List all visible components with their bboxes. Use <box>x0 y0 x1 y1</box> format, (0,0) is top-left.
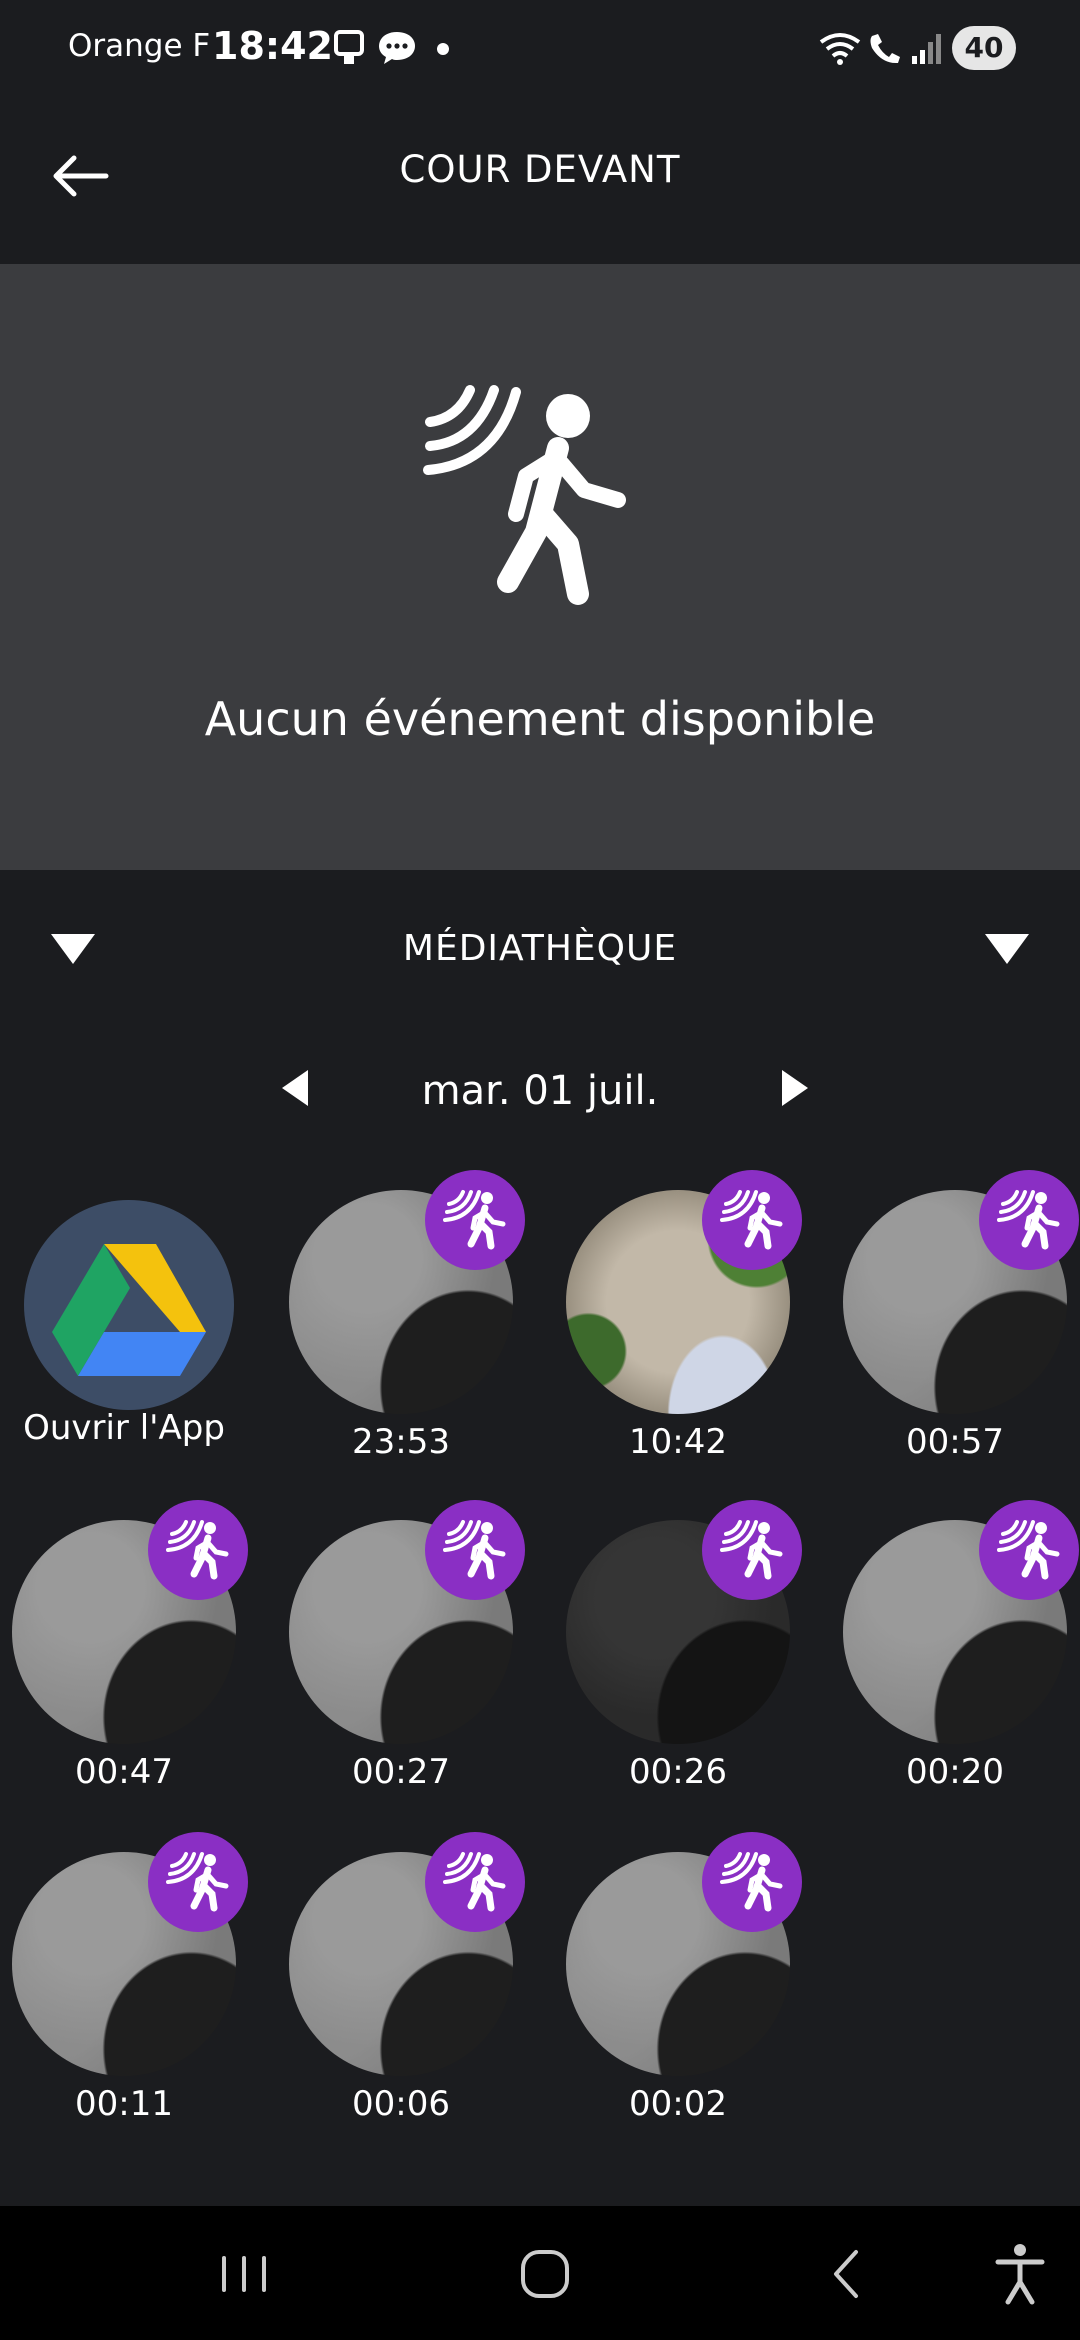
media-clip-tile[interactable]: 00:20 <box>835 1500 1079 1792</box>
system-navigation-bar <box>0 2206 1080 2340</box>
motion-walker-icon <box>423 385 626 605</box>
wifi-call-icon <box>870 34 900 64</box>
media-clip-tile[interactable]: 00:47 <box>4 1500 248 1792</box>
filter-triangle-icon[interactable] <box>982 928 1032 968</box>
motion-badge-icon <box>443 1852 506 1912</box>
message-icon <box>379 32 415 64</box>
motion-badge <box>148 1500 248 1600</box>
motion-badge-icon <box>443 1190 506 1250</box>
motion-badge-icon <box>166 1852 229 1912</box>
clip-time-label: 10:42 <box>629 1422 727 1462</box>
motion-badge <box>702 1500 802 1600</box>
clip-time-label: 00:02 <box>629 2084 727 2124</box>
app-header: COUR DEVANT <box>0 100 1080 264</box>
current-date: mar. 01 juil. <box>421 1068 659 1114</box>
clip-time-label: 00:06 <box>352 2084 450 2124</box>
motion-badge <box>425 1832 525 1932</box>
home-icon[interactable] <box>505 2234 585 2314</box>
clip-time-label: 00:47 <box>75 1752 173 1792</box>
motion-badge-icon <box>166 1520 229 1580</box>
carrier-name: Orange F <box>68 28 211 64</box>
next-day-arrow-icon[interactable] <box>778 1066 812 1110</box>
clip-time-label: 23:53 <box>352 1422 450 1462</box>
motion-badge <box>702 1170 802 1270</box>
motion-badge <box>979 1170 1079 1270</box>
motion-badge-icon <box>720 1520 783 1580</box>
media-clip-tile[interactable]: 00:06 <box>281 1832 525 2124</box>
screenshot-icon <box>334 30 364 64</box>
media-clip-tile[interactable]: 23:53 <box>281 1170 525 1462</box>
motion-badge <box>425 1170 525 1270</box>
motion-badge-icon <box>720 1190 783 1250</box>
accessibility-icon[interactable] <box>980 2234 1060 2314</box>
clip-time-label: 00:20 <box>906 1752 1004 1792</box>
media-clip-tile[interactable]: 00:02 <box>558 1832 802 2124</box>
motion-badge-icon <box>997 1190 1060 1250</box>
media-clip-tile[interactable]: 00:11 <box>4 1832 248 2124</box>
battery-indicator: 40 <box>952 26 1016 70</box>
media-clip-tile[interactable]: 10:42 <box>558 1170 802 1462</box>
motion-badge-icon <box>720 1852 783 1912</box>
motion-badge-icon <box>997 1520 1060 1580</box>
google-drive-logo <box>24 1200 234 1410</box>
clip-time-label: 00:57 <box>906 1422 1004 1462</box>
date-selector: mar. 01 juil. <box>0 1050 1080 1130</box>
media-section-header: MÉDIATHÈQUE <box>0 870 1080 1020</box>
media-clip-tile[interactable]: 00:27 <box>281 1500 525 1792</box>
clip-time-label: 00:26 <box>629 1752 727 1792</box>
clip-time-label: 00:11 <box>75 2084 173 2124</box>
recent-apps-icon[interactable] <box>204 2234 284 2314</box>
motion-badge <box>979 1500 1079 1600</box>
signal-icon <box>912 34 941 64</box>
event-panel: Aucun événement disponible <box>0 264 1080 870</box>
status-bar: Orange F 18:42 40 <box>0 0 1080 100</box>
back-icon[interactable] <box>808 2234 888 2314</box>
media-title: MÉDIATHÈQUE <box>402 928 678 969</box>
motion-badge-icon <box>443 1520 506 1580</box>
screen: Orange F 18:42 40 COUR DEVANT Aucun évén… <box>0 0 1080 2340</box>
clip-time-label: 00:27 <box>352 1752 450 1792</box>
open-app-label: Ouvrir l'App <box>23 1408 225 1448</box>
motion-badge <box>425 1500 525 1600</box>
google-drive-icon <box>52 1244 206 1376</box>
dot-icon <box>437 43 449 55</box>
empty-event-message: Aucun événement disponible <box>204 692 876 746</box>
open-app-button[interactable]: Ouvrir l'App <box>4 1170 244 1460</box>
page-title: COUR DEVANT <box>399 148 681 191</box>
motion-badge <box>148 1832 248 1932</box>
media-clip-tile[interactable]: 00:26 <box>558 1500 802 1792</box>
clock: 18:42 <box>212 24 333 68</box>
wifi-icon <box>819 33 861 65</box>
media-clip-tile[interactable]: 00:57 <box>835 1170 1079 1462</box>
motion-badge <box>702 1832 802 1932</box>
